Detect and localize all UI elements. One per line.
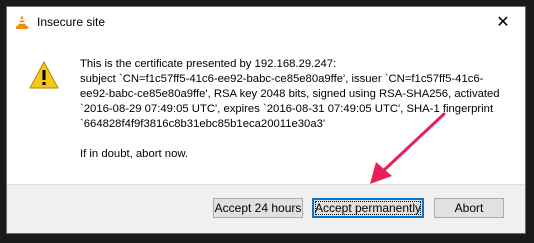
window-title: Insecure site (37, 15, 106, 29)
message-line: ee92-babc-ce85e80a9ffe', RSA key 2048 bi… (80, 88, 500, 100)
message-line: `2016-08-29 07:49:05 UTC', expires `2016… (80, 103, 494, 115)
accept-24-hours-button[interactable]: Accept 24 hours (213, 198, 303, 218)
close-button[interactable]: ✕ (481, 7, 525, 37)
warning-icon (29, 61, 59, 89)
accept-permanently-button[interactable]: Accept permanently (312, 198, 424, 218)
certificate-message: This is the certificate presented by 192… (80, 57, 520, 162)
message-line: subject `CN=f1c57ff5-41c6-ee92-babc-ce85… (80, 73, 484, 85)
message-line: This is the certificate presented by 192… (80, 58, 337, 70)
message-spacer (80, 132, 520, 147)
abort-button[interactable]: Abort (434, 198, 504, 218)
dialog-window: Insecure site ✕ This is the certificate … (6, 6, 526, 234)
abort-advice: If in doubt, abort now. (80, 148, 189, 160)
title-bar[interactable]: Insecure site ✕ (7, 7, 525, 37)
dialog-content: This is the certificate presented by 192… (7, 37, 525, 187)
close-icon: ✕ (496, 14, 510, 31)
button-bar: Accept 24 hours Accept permanently Abort (7, 184, 525, 233)
message-line: `664828f4f9f3816c8b31ebc85b1eca20011e30a… (80, 118, 326, 130)
vlc-cone-icon (16, 15, 28, 29)
focus-ring (315, 201, 421, 215)
